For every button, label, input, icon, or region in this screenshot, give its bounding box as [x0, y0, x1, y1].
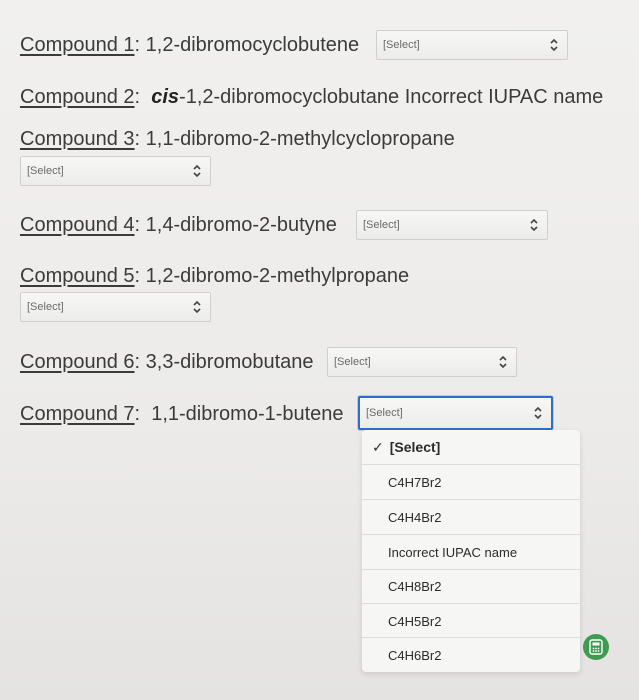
compound-5-select[interactable]: [Select] [20, 292, 211, 322]
compound-2-answer: Incorrect IUPAC name [404, 86, 604, 108]
compound-1-row: Compound 1: 1,2-dibromocyclobutene [20, 34, 360, 57]
dropdown-option[interactable]: C4H7Br2 [362, 465, 580, 499]
dropdown-option[interactable]: C4H4Br2 [362, 500, 580, 534]
compound-3-row: Compound 3: 1,1-dibromo-2-methylcyclopro… [20, 128, 455, 151]
dropdown-option[interactable]: C4H8Br2 [362, 569, 580, 603]
compound-4-select[interactable]: [Select] [356, 210, 548, 240]
compound-7-row: Compound 7: 1,1-dibromo-1-butene [20, 403, 344, 426]
chevron-up-down-icon [499, 355, 507, 369]
compound-4-row: Compound 4: 1,4-dibromo-2-butyne [20, 214, 337, 237]
compound-6-select[interactable]: [Select] [327, 347, 517, 377]
compound-1-name: 1,2-dibromocyclobutene [145, 34, 360, 56]
compound-4-name: 1,4-dibromo-2-butyne [145, 214, 337, 236]
chevron-up-down-icon [193, 300, 201, 314]
compound-3-name: 1,1-dibromo-2-methylcyclopropane [145, 128, 455, 150]
compound-1-select[interactable]: [Select] [376, 30, 568, 60]
compound-3-select[interactable]: [Select] [20, 156, 211, 186]
compound-6-row: Compound 6: 3,3-dibromobutane [20, 351, 314, 374]
compound-1-link[interactable]: Compound 1 [20, 34, 135, 57]
compound-7-dropdown-menu: ✓ [Select] C4H7Br2 C4H4Br2 Incorrect IUPA… [362, 430, 580, 672]
chevron-up-down-icon [530, 218, 538, 232]
chevron-up-down-icon [550, 38, 558, 52]
compound-2-prefix: cis [151, 86, 180, 108]
compound-3-link[interactable]: Compound 3 [20, 128, 135, 151]
compound-6-link[interactable]: Compound 6 [20, 351, 135, 374]
checkmark-icon: ✓ [372, 438, 384, 455]
compound-5-name: 1,2-dibromo-2-methylpropane [145, 265, 410, 287]
compound-2-row: Compound 2: cis -1,2-dibromocyclobutane I… [20, 86, 604, 109]
compound-2-name: -1,2-dibromocyclobutane [179, 86, 400, 108]
calculator-button[interactable] [583, 634, 609, 660]
dropdown-option[interactable]: C4H5Br2 [362, 604, 580, 638]
compound-5-row: Compound 5: 1,2-dibromo-2-methylpropane [20, 265, 410, 288]
compound-2-link[interactable]: Compound 2 [20, 86, 135, 109]
compound-7-link[interactable]: Compound 7 [20, 403, 135, 426]
compound-4-link[interactable]: Compound 4 [20, 214, 135, 237]
dropdown-option[interactable]: Incorrect IUPAC name [362, 535, 580, 569]
compound-6-name: 3,3-dibromobutane [145, 351, 314, 373]
calculator-icon [589, 639, 603, 655]
compound-7-name: 1,1-dibromo-1-butene [151, 403, 344, 425]
compound-5-link[interactable]: Compound 5 [20, 265, 135, 288]
dropdown-option-select[interactable]: ✓ [Select] [362, 430, 580, 464]
chevron-up-down-icon [534, 406, 542, 420]
dropdown-option[interactable]: C4H6Br2 [362, 638, 580, 672]
compound-7-select[interactable]: [Select] [358, 396, 553, 430]
chevron-up-down-icon [193, 164, 201, 178]
